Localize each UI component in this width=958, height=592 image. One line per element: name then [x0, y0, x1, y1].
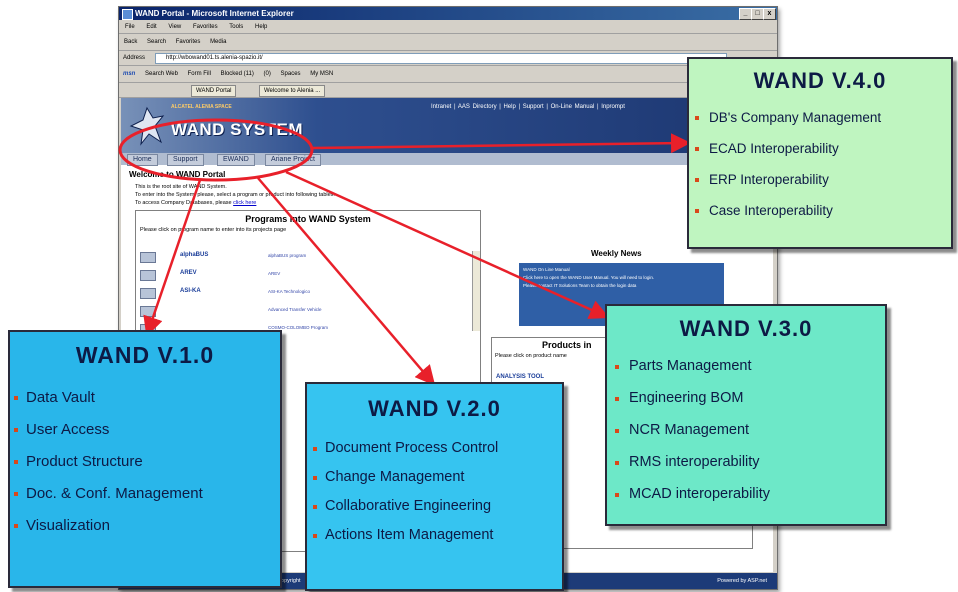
feature-item: DB's Company Management: [695, 110, 957, 141]
callout-wand-v2: WAND V.2.0 Document Process Control Chan…: [305, 382, 564, 591]
news-line: Please contact IT Solutions Team to obta…: [523, 283, 637, 288]
nav-support[interactable]: Support: [167, 154, 204, 166]
feature-item: MCAD interoperability: [615, 486, 893, 518]
feature-item: Data Vault: [14, 389, 284, 421]
search-button[interactable]: Search: [147, 39, 166, 45]
feature-item: Engineering BOM: [615, 390, 893, 422]
msn-form-fill[interactable]: Form Fill: [188, 71, 211, 77]
products-hint: Please click on product name: [495, 353, 567, 359]
portal-banner: ALCATEL ALENIA SPACE WAND SYSTEM Intrane…: [121, 98, 773, 153]
feature-item: Actions Item Management: [313, 527, 568, 556]
msn-search-web[interactable]: Search Web: [145, 71, 178, 77]
feature-item: User Access: [14, 421, 284, 453]
nav-home[interactable]: Home: [127, 154, 158, 166]
top-links[interactable]: Intranet | AAS Directory | Help | Suppor…: [431, 104, 625, 110]
callout-title: WAND V.2.0: [368, 396, 501, 421]
feature-item: NCR Management: [615, 422, 893, 454]
msn-my-msn[interactable]: My MSN: [310, 71, 333, 77]
address-label: Address: [123, 55, 146, 61]
menu-file[interactable]: File: [125, 24, 135, 30]
folder-icon: [140, 306, 156, 317]
address-input[interactable]: http://wbowand01.ts.alenia-spazio.it/: [155, 53, 727, 64]
msn-spaces[interactable]: Spaces: [281, 71, 301, 77]
weekly-news-title: Weekly News: [591, 249, 642, 258]
feature-item: Product Structure: [14, 453, 284, 485]
toolbar: Back Search Favorites Media: [119, 34, 777, 51]
program-row[interactable]: ASI-KA ASI-KA Technologico: [140, 287, 460, 299]
close-button[interactable]: x: [763, 8, 776, 20]
tab-wand-portal[interactable]: WAND Portal: [191, 85, 237, 97]
menu-tools[interactable]: Tools: [229, 24, 243, 30]
feature-item: Visualization: [14, 517, 284, 549]
address-bar: Address http://wbowand01.ts.alenia-spazi…: [119, 51, 777, 66]
msn-count[interactable]: (0): [264, 71, 271, 77]
ie-icon: [122, 9, 133, 20]
intro-line: This is the root site of WAND System.: [135, 184, 227, 190]
intro-line: To enter into the System, please, select…: [135, 192, 335, 198]
feature-item: RMS interoperability: [615, 454, 893, 486]
program-row[interactable]: alphaBUS alphaBUS program: [140, 251, 460, 263]
programs-title: Programs into WAND System: [245, 214, 371, 224]
callout-wand-v4: WAND V.4.0 DB's Company Management ECAD …: [687, 57, 953, 249]
title-bar: WAND Portal - Microsoft Internet Explore…: [119, 7, 777, 20]
nav-ariane-project[interactable]: Ariane Project: [265, 154, 321, 166]
folder-icon: [140, 270, 156, 281]
feature-item: Doc. & Conf. Management: [14, 485, 284, 517]
menu-bar: File Edit View Favorites Tools Help: [119, 21, 777, 34]
eagle-logo-icon: [129, 106, 165, 146]
program-row[interactable]: AREV AREV: [140, 269, 460, 281]
tab-bar: WAND Portal Welcome to Alenia ...: [119, 83, 777, 98]
company-db-link[interactable]: click here: [233, 200, 256, 206]
callout-wand-v3: WAND V.3.0 Parts Management Engineering …: [605, 304, 887, 526]
callout-title: WAND V.3.0: [679, 316, 813, 341]
products-title: Products in: [542, 340, 592, 350]
callout-wand-v1: WAND V.1.0 Data Vault User Access Produc…: [8, 330, 282, 588]
portal-nav: Home Support EWAND Ariane Project: [121, 153, 773, 166]
tab-welcome[interactable]: Welcome to Alenia ...: [259, 85, 326, 97]
programs-scrollbar[interactable]: [472, 251, 480, 331]
status-powered-by: Powered by ASP.net: [717, 578, 767, 584]
menu-favorites[interactable]: Favorites: [193, 24, 218, 30]
favorites-button[interactable]: Favorites: [176, 39, 201, 45]
folder-icon: [140, 252, 156, 263]
menu-help[interactable]: Help: [255, 24, 267, 30]
feature-item: Change Management: [313, 469, 568, 498]
feature-item: Document Process Control: [313, 440, 568, 469]
company-name: ALCATEL ALENIA SPACE: [171, 104, 232, 110]
feature-item: Parts Management: [615, 358, 893, 390]
callout-title: WAND V.1.0: [75, 342, 215, 368]
intro-line: To access Company Databases, please clic…: [135, 200, 257, 206]
msn-logo[interactable]: msn: [123, 71, 135, 77]
programs-hint: Please click on program name to enter in…: [140, 227, 287, 233]
page-title: Welcome to WAND Portal: [129, 170, 226, 179]
program-row[interactable]: Advanced Transfer Vehicle: [140, 305, 460, 317]
product-row[interactable]: ANALYSIS TOOL: [496, 374, 544, 380]
news-line: Click here to open the WAND User Manual.…: [523, 275, 655, 280]
feature-item: ECAD Interoperability: [695, 141, 957, 172]
back-button[interactable]: Back: [124, 39, 137, 45]
menu-edit[interactable]: Edit: [146, 24, 156, 30]
feature-item: Case Interoperability: [695, 203, 957, 234]
msn-toolbar: msn Search Web Form Fill Blocked (11) (0…: [119, 66, 777, 83]
feature-item: ERP Interoperability: [695, 172, 957, 203]
news-line[interactable]: WAND On Line Manual: [523, 267, 570, 272]
callout-title: WAND V.4.0: [753, 68, 887, 93]
feature-item: Collaborative Engineering: [313, 498, 568, 527]
system-name: WAND SYSTEM: [171, 120, 304, 139]
media-button[interactable]: Media: [210, 39, 226, 45]
nav-ewand[interactable]: EWAND: [217, 154, 255, 166]
folder-icon: [140, 288, 156, 299]
menu-view[interactable]: View: [168, 24, 181, 30]
msn-popup-blocked[interactable]: Blocked (11): [221, 71, 254, 77]
window-title: WAND Portal - Microsoft Internet Explore…: [135, 9, 294, 18]
